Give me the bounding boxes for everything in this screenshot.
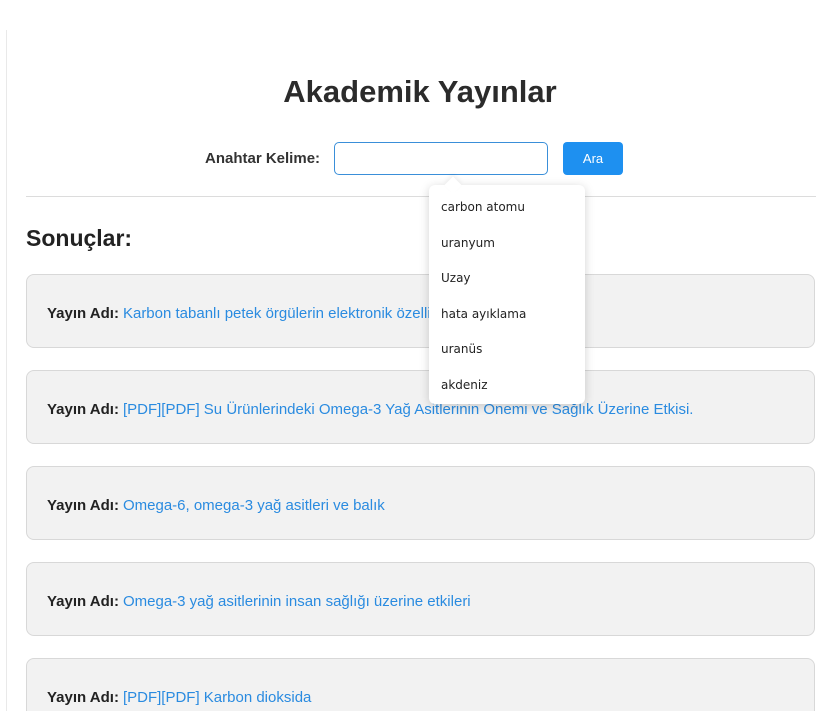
result-label: Yayın Adı: <box>47 496 119 514</box>
page-title: Akademik Yayınlar <box>283 74 557 109</box>
left-edge-line <box>6 30 7 711</box>
search-button[interactable]: Ara <box>563 141 624 175</box>
result-title-link[interactable]: Karbon tabanlı petek örgülerin elektroni… <box>123 305 458 322</box>
autocomplete-item[interactable]: uranüs <box>429 332 585 368</box>
result-label: Yayın Adı: <box>47 400 119 418</box>
search-label: Anahtar Kelime: <box>205 149 321 167</box>
result-card: Yayın Adı: [PDF][PDF] Su Ürünlerindeki O… <box>26 370 815 444</box>
result-title-link[interactable]: [PDF][PDF] Su Ürünlerindeki Omega-3 Yağ … <box>123 401 694 418</box>
page: Akademik Yayınlar Anahtar Kelime: Ara So… <box>0 0 833 711</box>
result-card: Yayın Adı: Karbon tabanlı petek örgüleri… <box>26 274 815 348</box>
autocomplete-item[interactable]: Uzay <box>429 261 585 297</box>
result-label: Yayın Adı: <box>47 688 119 706</box>
result-label: Yayın Adı: <box>47 304 119 322</box>
autocomplete-item[interactable]: carbon atomu <box>429 190 585 226</box>
result-title-link[interactable]: [PDF][PDF] Karbon dioksida <box>123 689 311 706</box>
result-label: Yayın Adı: <box>47 592 119 610</box>
autocomplete-item[interactable]: uranyum <box>429 226 585 262</box>
result-title-link[interactable]: Omega-6, omega-3 yağ asitleri ve balık <box>123 497 385 514</box>
result-card: Yayın Adı: Omega-3 yağ asitlerinin insan… <box>26 562 815 636</box>
results-heading: Sonuçlar: <box>26 225 133 251</box>
divider <box>26 196 816 197</box>
result-title-link[interactable]: Omega-3 yağ asitlerinin insan sağlığı üz… <box>123 593 471 610</box>
autocomplete-item[interactable]: akdeniz <box>429 368 585 404</box>
result-card: Yayın Adı: [PDF][PDF] Karbon dioksida <box>26 658 815 711</box>
autocomplete-dropdown: carbon atomu uranyum Uzay hata ayıklama … <box>429 185 585 404</box>
autocomplete-item[interactable]: hata ayıklama <box>429 297 585 333</box>
result-card: Yayın Adı: Omega-6, omega-3 yağ asitleri… <box>26 466 815 540</box>
search-input[interactable] <box>334 141 549 175</box>
search-form: Anahtar Kelime: Ara <box>205 139 624 177</box>
